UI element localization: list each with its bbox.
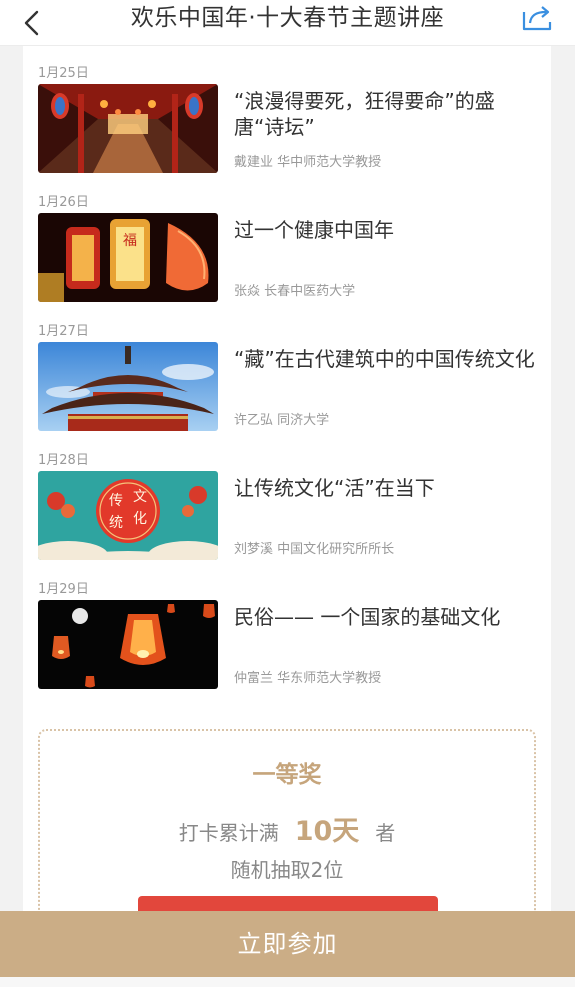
- join-now-button[interactable]: 立即参加: [0, 911, 575, 977]
- prize-title: 一等奖: [252, 762, 322, 788]
- bottom-safe-area: [0, 977, 575, 987]
- sky-lanterns-image: [38, 600, 218, 689]
- lecture-thumbnail: [38, 342, 218, 431]
- lecture-date: 1月26日: [38, 195, 89, 210]
- seal-character: 传: [109, 493, 123, 509]
- lecture-thumbnail: 福: [38, 213, 218, 302]
- lecture-speaker: 戴建业 华中师范大学教授: [234, 155, 382, 170]
- lecture-speaker: 许乙弘 同济大学: [234, 413, 330, 428]
- prize-condition-prefix: 打卡累计满: [178, 821, 279, 845]
- svg-text:福: 福: [123, 233, 137, 249]
- prize-draw-count: 随机抽取2位: [230, 858, 344, 882]
- pagoda-roof-image: [38, 342, 218, 431]
- lecture-list-card: 1月25日 “浪漫得要死，狂得要命”的盛唐“诗坛” 戴建业 华中师范大学教授 1…: [23, 46, 551, 987]
- lecture-date: 1月27日: [38, 324, 89, 339]
- red-lanterns-image: 福: [38, 213, 218, 302]
- lecture-date: 1月28日: [38, 453, 89, 468]
- lecture-date: 1月29日: [38, 582, 89, 597]
- prize-days: 10天: [294, 816, 360, 847]
- culture-seal-image: 传 文 统 化: [38, 471, 218, 560]
- seal-character: 文: [133, 489, 147, 505]
- prize-condition-suffix: 者: [375, 821, 396, 845]
- lecture-item[interactable]: 1月28日 传 文 统 化 让传统文化“活”在当下 刘梦溪 中国文化研究所所长: [23, 433, 551, 562]
- lecture-item[interactable]: 1月27日 “藏”在古代建筑中的中国传统文化 许乙弘 同济大学: [23, 304, 551, 433]
- top-nav-bar: 欢乐中国年·十大春节主题讲座: [0, 0, 575, 46]
- lecture-date: 1月25日: [38, 66, 89, 81]
- seal-character: 化: [133, 511, 147, 527]
- share-icon[interactable]: [521, 4, 555, 32]
- lecture-item[interactable]: 1月25日 “浪漫得要死，狂得要命”的盛唐“诗坛” 戴建业 华中师范大学教授: [23, 46, 551, 175]
- lecture-thumbnail: [38, 600, 218, 689]
- lecture-speaker: 仲富兰 华东师范大学教授: [234, 671, 382, 686]
- lecture-thumbnail: [38, 84, 218, 173]
- lecture-title: 过一个健康中国年: [234, 218, 394, 242]
- page-title: 欢乐中国年·十大春节主题讲座: [130, 5, 445, 31]
- lecture-title: “浪漫得要死，狂得要命”的盛唐“诗坛”: [234, 89, 495, 139]
- lantern-corridor-image: [38, 84, 218, 173]
- lecture-thumbnail: 传 文 统 化: [38, 471, 218, 560]
- lecture-title: “藏”在古代建筑中的中国传统文化: [234, 347, 535, 371]
- prize-condition: 打卡累计满 10天者: [40, 809, 534, 848]
- lecture-speaker: 张焱 长春中医药大学: [234, 284, 356, 299]
- seal-character: 统: [109, 515, 123, 531]
- chevron-left-icon[interactable]: [18, 9, 46, 37]
- lecture-item[interactable]: 1月26日 福 过一个健康中国年 张焱 长春中医药大学: [23, 175, 551, 304]
- lecture-title: 民俗—— 一个国家的基础文化: [234, 605, 501, 629]
- lecture-title: 让传统文化“活”在当下: [234, 476, 435, 500]
- lecture-speaker: 刘梦溪 中国文化研究所所长: [234, 542, 395, 557]
- lecture-item[interactable]: 1月29日 民俗—— 一个国家的基础文化 仲富兰 华东师范大学教授: [23, 562, 551, 691]
